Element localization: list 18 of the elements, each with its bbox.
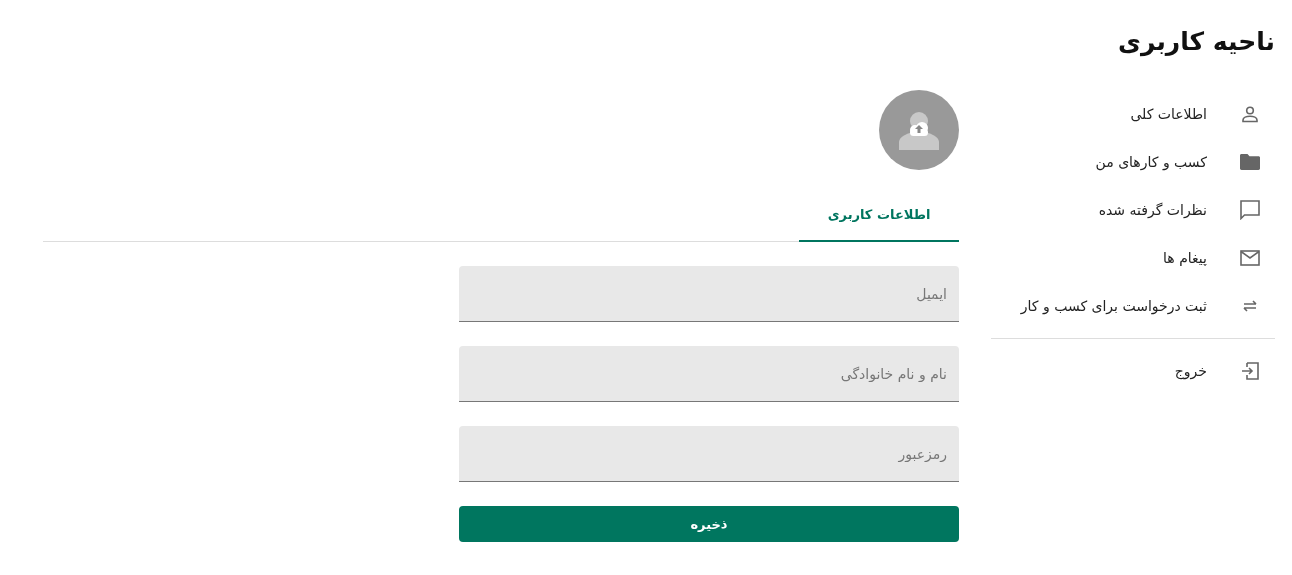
swap-arrows-icon xyxy=(1242,300,1258,312)
input-field[interactable]: ایمیل xyxy=(459,266,959,322)
folder-icon xyxy=(1239,153,1261,171)
envelope-icon xyxy=(1240,250,1260,266)
sidebar-title: ناحیه کاربری xyxy=(1116,26,1275,59)
input-field[interactable]: رمزعبور xyxy=(459,426,959,482)
chat-bubble-icon xyxy=(1240,200,1260,220)
person-icon xyxy=(1241,105,1259,123)
tab[interactable]: اطلاعات کاربری xyxy=(799,188,959,242)
input-field[interactable]: نام و نام خانوادگی xyxy=(459,346,959,402)
sidebar-item[interactable]: نظرات گرفته شده xyxy=(991,186,1275,234)
sidebar-item[interactable]: ثبت درخواست برای کسب و کار xyxy=(991,282,1275,330)
logout-icon xyxy=(1241,362,1259,380)
sidebar-item[interactable]: پیغام ها xyxy=(991,234,1275,282)
logout-item[interactable]: خروج xyxy=(991,347,1275,395)
save-button[interactable]: ذخیره xyxy=(459,506,959,542)
sidebar-item[interactable]: اطلاعات کلی xyxy=(991,90,1275,138)
sidebar-item[interactable]: کسب و کارهای من xyxy=(991,138,1275,186)
